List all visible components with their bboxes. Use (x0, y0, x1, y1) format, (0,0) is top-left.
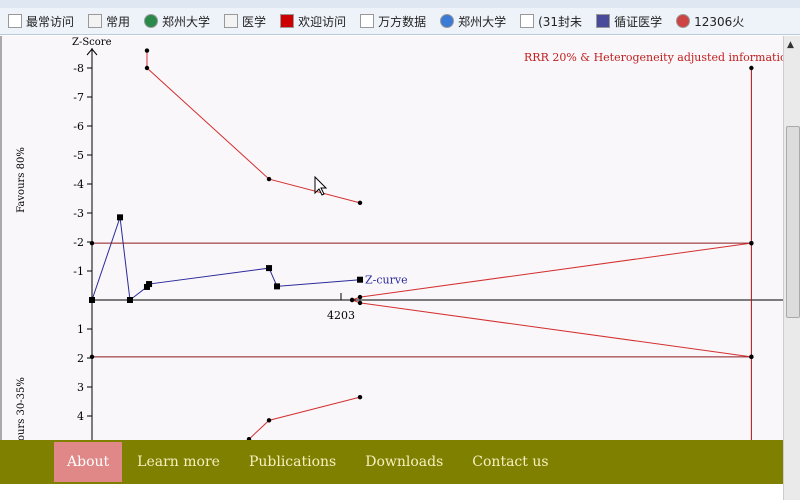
bookmark-item[interactable]: 郑州大学 (144, 13, 210, 30)
y-tick-label: 1 (77, 323, 84, 336)
scroll-up-icon[interactable]: ▲ (787, 40, 794, 50)
bookmark-item[interactable]: 郑州大学 (440, 13, 506, 30)
nav-downloads[interactable]: Downloads (351, 442, 457, 482)
zheng-logo-icon (280, 14, 295, 28)
z-curve-point (126, 297, 133, 303)
conventional-lower-point (89, 354, 95, 360)
ris-annotation: RRR 20% & Heterogeneity adjusted informa… (524, 51, 783, 64)
bookmark-label: 欢迎访问 (298, 14, 347, 29)
bookmark-item[interactable]: 万方数据 (360, 13, 426, 30)
upper-boundary-line (146, 50, 361, 204)
chart-svg: Z-Score -8 -7 -6 -5 -4 -3 -2 -1 1 2 3 4 4203 Favours 8… (16, 37, 783, 440)
y-tick-label: -4 (73, 178, 84, 191)
nav-learn-more[interactable]: Learn more (123, 442, 234, 482)
futility-lower-point (357, 300, 363, 306)
futility-lower-line (351, 299, 752, 358)
lower-boundary-point (357, 394, 363, 400)
conventional-upper-point (89, 240, 95, 246)
z-curve-point (266, 265, 273, 272)
z-curve-point (357, 276, 364, 283)
bookmark-label: (31封未 (538, 14, 583, 29)
tsa-chart: Z-Score -8 -7 -6 -5 -4 -3 -2 -1 1 2 3 4 4203 Favours 8… (0, 36, 783, 440)
futility-upper-point (357, 294, 363, 300)
wanfang-icon (360, 14, 375, 28)
lower-boundary-point (266, 418, 272, 423)
z-curve-point (274, 283, 281, 290)
futility-upper-point (749, 240, 754, 246)
folder-icon (224, 14, 239, 28)
futility-lower-point (749, 354, 754, 360)
bookmark-item[interactable]: 12306火 (676, 13, 744, 30)
upper-favours-label: Favours 80% (16, 147, 27, 213)
z-curve-point (117, 214, 124, 221)
y-tick-label: -3 (73, 207, 84, 220)
y-tick-label: -1 (73, 265, 84, 278)
scrollbar[interactable]: ▲ (783, 36, 800, 500)
bookmark-label: 最常访问 (26, 14, 75, 29)
bookmark-item[interactable]: 循证医学 (596, 13, 662, 30)
y-tick-label: -2 (73, 236, 84, 249)
lower-favours-label: Favours 30-35% (16, 377, 27, 440)
z-curve-label: Z-curve (365, 274, 408, 287)
nav-bar: About Learn more Publications Downloads Cont… (0, 440, 783, 484)
bookmark-item[interactable]: 医学 (224, 13, 266, 30)
z-curve-point (146, 281, 153, 288)
bookmarks-bar: 最常访问 常用 郑州大学 医学 欢迎访问 万方数据 郑州大学 (31封未 循证医学 12306火 (0, 8, 800, 35)
upper-boundary-point (266, 176, 272, 182)
y-tick-label: -7 (73, 91, 84, 104)
bookmark-label: 郑州大学 (162, 14, 211, 29)
lower-boundary-line (248, 396, 361, 440)
scroll-thumb[interactable] (786, 126, 800, 318)
bookmark-label: 12306火 (694, 14, 745, 29)
bookmark-item[interactable]: (31封未 (520, 13, 582, 30)
y-axis-label: Z-Score (72, 37, 112, 48)
y-tick-label: 3 (77, 381, 84, 394)
bookmark-label: 常用 (106, 14, 131, 29)
rail-icon (676, 14, 691, 28)
bookmark-label: 医学 (242, 14, 267, 29)
bookmark-label: 循证医学 (614, 14, 663, 29)
ris-marker (749, 65, 754, 71)
z-curve-line (91, 217, 361, 301)
mail-icon (520, 14, 535, 28)
upper-boundary-point (144, 48, 150, 53)
bookmark-item[interactable]: 最常访问 (8, 13, 74, 30)
nav-publications[interactable]: Publications (235, 442, 350, 482)
ie-icon (440, 14, 455, 28)
nav-about[interactable]: About (54, 442, 123, 482)
bookmark-item[interactable]: 欢迎访问 (280, 13, 346, 30)
futility-upper-line (351, 242, 752, 301)
page-below (0, 484, 783, 500)
y-tick-label: -8 (73, 62, 84, 75)
y-tick-label: -6 (73, 120, 84, 133)
puzzle-icon (596, 14, 611, 28)
x-tick-label: 4203 (327, 309, 355, 322)
y-tick-label: 2 (77, 352, 84, 365)
nav-contact-us[interactable]: Contact us (458, 442, 562, 482)
bookmark-label: 郑州大学 (458, 14, 507, 29)
mouse-cursor-icon (314, 175, 328, 196)
bookmark-item[interactable]: 常用 (88, 13, 130, 30)
upper-boundary-point (357, 200, 363, 206)
bookmark-label: 万方数据 (378, 14, 427, 29)
folder-icon (88, 14, 103, 28)
z-curve-point (89, 297, 95, 303)
y-tick-label: 4 (77, 410, 84, 423)
site-icon (144, 14, 159, 28)
y-tick-label: -5 (73, 149, 84, 162)
futility-lower-point (349, 297, 355, 303)
page-icon (8, 14, 22, 28)
upper-boundary-point (144, 65, 150, 71)
